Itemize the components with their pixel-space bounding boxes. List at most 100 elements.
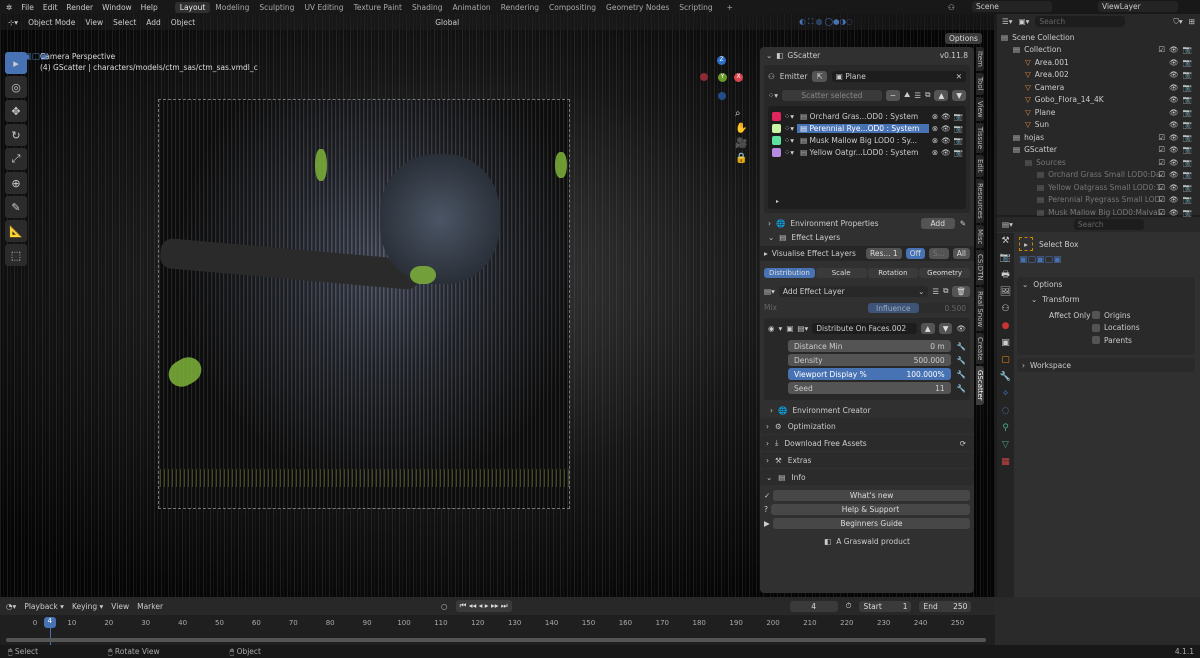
constraints-tab-icon[interactable]: ⚲ <box>997 420 1014 437</box>
options-dropdown[interactable]: Options <box>945 33 982 44</box>
checkbox[interactable]: ☑ <box>1158 158 1165 167</box>
render-tab-icon[interactable]: 📷 <box>997 250 1014 267</box>
camera-view-icon[interactable]: 🎥 <box>735 136 747 151</box>
menu-add[interactable]: Add <box>146 18 161 27</box>
eye-icon[interactable]: 👁 <box>1169 58 1179 67</box>
influence-slider[interactable]: Influence 0.500 <box>868 302 970 313</box>
scatter-type-dropdown[interactable]: ⁘▾ <box>768 91 778 100</box>
checkbox[interactable]: ☑ <box>1158 145 1165 154</box>
scatter-system-row[interactable]: ⁘▾ ▤ Musk Mallow Big LOD0 : Sy... ⊗ 👁 📷 <box>768 134 966 146</box>
param-slider[interactable]: Distance Min 0 m <box>788 340 951 352</box>
move-tool[interactable]: ✥ <box>5 100 27 122</box>
gizmo-neg-x[interactable] <box>700 73 708 81</box>
stopwatch-icon[interactable]: ⏱ <box>846 601 852 611</box>
outliner-item[interactable]: ▤ Sources ☑ 👁 📷 <box>1001 156 1196 169</box>
menu-view[interactable]: View <box>85 18 103 27</box>
emitter-field[interactable]: ▣ Plane ✕ <box>831 70 966 82</box>
camera-icon[interactable]: 📷 <box>1183 195 1192 204</box>
exclude-icon[interactable]: ⊗ <box>932 124 938 133</box>
sidebar-tab[interactable]: Real Snow <box>976 286 984 331</box>
sidebar-tab[interactable]: Edit <box>976 155 984 177</box>
wrench-icon[interactable]: 🔧 <box>957 356 966 365</box>
editor-type-icon[interactable]: ▤▾ <box>1002 220 1013 229</box>
pan-hand-icon[interactable]: ✋ <box>735 121 747 136</box>
outliner-item[interactable]: ▤ Perennial Ryegrass Small LOD ☑ 👁 📷 <box>1001 194 1196 207</box>
eye-icon[interactable]: 👁 <box>1169 83 1179 92</box>
layer-enable-icon[interactable]: ◉ <box>768 324 775 333</box>
scale-tool[interactable]: ⤢ <box>5 148 27 170</box>
duplicate-icon[interactable]: ⧉ <box>925 90 930 100</box>
workspace-tab[interactable]: Texture Paint <box>349 2 407 13</box>
visualise-all-button[interactable]: All <box>952 248 970 259</box>
system-name[interactable]: ▤ Musk Mallow Big LOD0 : Sy... <box>797 136 929 145</box>
delete-icon[interactable]: 🗑 <box>952 285 970 297</box>
menu-keying[interactable]: Keying ▾ <box>72 602 103 611</box>
outliner-item[interactable]: ▤ Yellow Oatgrass Small LOD0:1 ☑ 👁 📷 <box>1001 181 1196 194</box>
camera-icon[interactable]: 📷 <box>954 112 963 121</box>
scene-selector[interactable]: Scene <box>972 1 1052 12</box>
gizmo-x[interactable]: X <box>734 73 743 82</box>
clear-icon[interactable]: ✕ <box>956 72 962 81</box>
camera-icon[interactable]: 📷 <box>1183 170 1192 179</box>
layer-up-button[interactable]: ▲ <box>920 323 935 334</box>
edit-icon[interactable]: ✎ <box>960 219 966 228</box>
cursor-tool[interactable]: ◎ <box>5 76 27 98</box>
layer-type-dropdown[interactable]: ▤▾ <box>764 287 775 296</box>
camera-icon[interactable]: 📷 <box>1183 183 1192 192</box>
exclude-icon[interactable]: ⊗ <box>932 136 938 145</box>
system-type-icon[interactable]: ⁘▾ <box>784 148 794 157</box>
orientation-dropdown[interactable]: Global <box>435 18 459 27</box>
eye-icon[interactable]: 👁 <box>1169 158 1179 167</box>
data-tab-icon[interactable]: ▽ <box>997 437 1014 454</box>
sidebar-tab[interactable]: CS:DTN <box>976 250 984 285</box>
auto-key-icon[interactable]: ○ <box>441 602 448 611</box>
pick-emitter-button[interactable]: ⇱ <box>812 70 827 82</box>
blender-logo-icon[interactable]: ✲ <box>6 3 12 12</box>
menu-marker[interactable]: Marker <box>137 602 163 611</box>
outliner-search[interactable]: Search <box>1035 16 1126 27</box>
collection-tab-icon[interactable]: ▣ <box>997 335 1014 352</box>
tool-tab-icon[interactable]: ⚒ <box>997 233 1014 250</box>
eye-icon[interactable]: 👁 <box>1169 120 1179 129</box>
system-type-icon[interactable]: ⁘▾ <box>784 112 794 121</box>
eye-icon[interactable]: 👁 <box>1169 195 1179 204</box>
lock-icon[interactable]: 🔒 <box>735 151 747 166</box>
sidebar-tab[interactable]: Misc <box>976 224 984 249</box>
workspace-tab[interactable]: Geometry Nodes <box>601 2 674 13</box>
affect-only-checkbox[interactable]: Locations <box>1092 322 1140 335</box>
view-layer-selector[interactable]: ViewLayer <box>1098 1 1178 12</box>
list-icon[interactable]: ☰ <box>932 287 939 296</box>
eye-icon[interactable]: 👁 <box>1169 108 1179 117</box>
eye-icon[interactable]: 👁 <box>1169 45 1179 54</box>
effect-tab[interactable]: Scale <box>815 268 867 278</box>
info-button[interactable]: Beginners Guide <box>772 518 970 529</box>
material-tab-icon[interactable]: ▦ <box>997 454 1014 471</box>
sidebar-tab[interactable]: Tool <box>976 72 984 95</box>
shading-buttons[interactable]: ◐ ⛶ ◍ ◯●◑◌ <box>799 17 853 27</box>
effect-tab[interactable]: Rotation <box>867 268 919 278</box>
gizmo-neg-z[interactable] <box>718 92 726 100</box>
wrench-icon[interactable]: 🔧 <box>957 342 966 351</box>
outliner-item[interactable]: ▤ Orchard Grass Small LOD0:Da ☑ 👁 📷 <box>1001 169 1196 182</box>
outliner-item[interactable]: ▽ Sun 👁 📷 <box>1001 119 1196 132</box>
scatter-selected-button[interactable]: Scatter selected <box>782 89 882 101</box>
menu-edit[interactable]: Edit <box>43 3 58 12</box>
checkbox[interactable]: ☑ <box>1158 170 1165 179</box>
scatter-system-row[interactable]: ⁘▾ ▤ Yellow Oatgr...LOD0 : System ⊗ 👁 📷 <box>768 146 966 158</box>
playhead[interactable]: 4 <box>43 617 56 628</box>
filter-icon[interactable]: ⛉▾ <box>1173 17 1182 27</box>
menu-render[interactable]: Render <box>66 3 93 12</box>
camera-icon[interactable]: 📷 <box>1183 120 1192 129</box>
start-frame-field[interactable]: Start 1 <box>859 600 912 612</box>
physics-tab-icon[interactable]: ◌ <box>997 403 1014 420</box>
particles-tab-icon[interactable]: ✧ <box>997 386 1014 403</box>
mix-label[interactable]: Mix <box>764 303 862 312</box>
camera-icon[interactable]: 📷 <box>1183 83 1192 92</box>
world-tab-icon[interactable]: ● <box>997 318 1014 335</box>
measure-tool[interactable]: 📐 <box>5 220 27 242</box>
system-type-icon[interactable]: ⁘▾ <box>784 136 794 145</box>
environment-properties-header[interactable]: Environment Properties <box>790 219 915 228</box>
expand-list-icon[interactable]: ▸ <box>776 198 779 205</box>
properties-search[interactable]: Search <box>1073 219 1144 230</box>
collapse-icon[interactable]: ⌄ <box>768 233 774 242</box>
